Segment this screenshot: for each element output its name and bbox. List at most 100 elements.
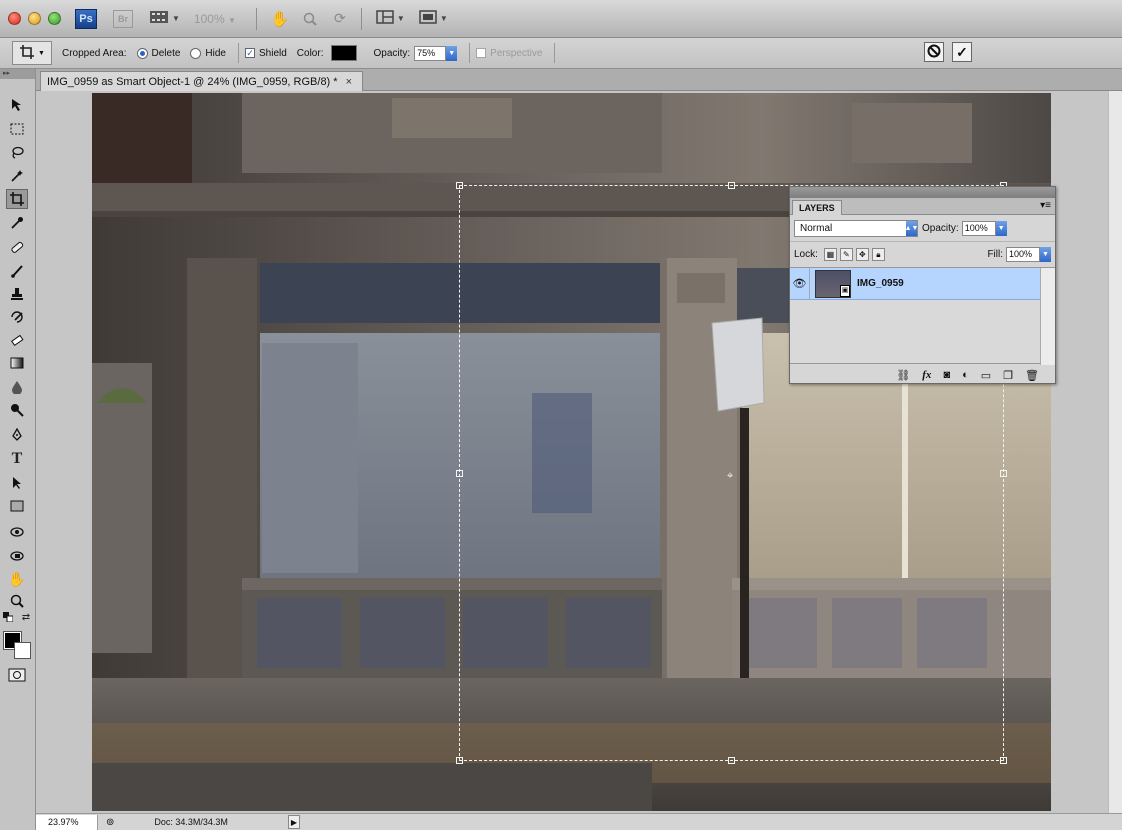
3d-camera-tool-icon[interactable] xyxy=(6,546,28,566)
zoom-level-menu[interactable]: 100% ▼ xyxy=(194,12,236,26)
crop-handle-bottom[interactable] xyxy=(728,757,735,764)
layer-opacity-input[interactable]: 100% xyxy=(961,220,996,236)
opacity-field[interactable]: 75% ▼ xyxy=(414,45,458,61)
eyedropper-tool-icon[interactable] xyxy=(6,213,28,233)
crop-handle-right[interactable] xyxy=(1000,470,1007,477)
bridge-button[interactable]: Br xyxy=(113,9,133,28)
3d-rotate-tool-icon[interactable] xyxy=(6,522,28,542)
shield-checkbox[interactable]: ✓ xyxy=(244,48,255,58)
crop-handle-bottom-left[interactable] xyxy=(456,757,463,764)
opacity-label: Opacity: xyxy=(922,222,959,234)
quick-mask-icon[interactable] xyxy=(6,665,28,685)
tools-panel-header[interactable]: ▸▸ xyxy=(0,69,35,79)
perspective-checkbox[interactable] xyxy=(476,48,487,58)
crop-handle-top[interactable] xyxy=(728,182,735,189)
tab-layers[interactable]: LAYERS xyxy=(792,200,842,215)
layer-row[interactable]: 👁︎ ▣ IMG_0959 xyxy=(790,267,1040,300)
shield-option[interactable]: ✓ Shield xyxy=(244,48,287,59)
vertical-scrollbar[interactable] xyxy=(1108,91,1122,813)
lock-transparent-icon[interactable]: ▦ xyxy=(823,248,837,261)
adjustment-layer-icon[interactable]: ◐ xyxy=(962,369,969,381)
panel-menu-icon[interactable]: ▾≡ xyxy=(1040,200,1051,211)
screen-mode-menu[interactable]: ▼ xyxy=(419,10,448,27)
gradient-tool-icon[interactable] xyxy=(6,353,28,373)
hand-tool-icon[interactable]: ✋ xyxy=(6,569,28,589)
history-brush-tool-icon[interactable] xyxy=(6,307,28,327)
trash-icon[interactable]: 🗑︎ xyxy=(1025,369,1039,382)
commit-crop-button[interactable]: ✓ xyxy=(952,42,972,62)
blend-mode-select[interactable]: Normal ▲▼ xyxy=(794,219,918,237)
eraser-tool-icon[interactable] xyxy=(6,330,28,350)
lock-all-icon[interactable]: 🔒︎ xyxy=(871,248,885,261)
shape-tool-icon[interactable] xyxy=(6,496,28,516)
lasso-tool-icon[interactable] xyxy=(6,143,28,163)
crop-handle-top-left[interactable] xyxy=(456,182,463,189)
crop-handle-bottom-right[interactable] xyxy=(1000,757,1007,764)
layers-panel-titlebar[interactable] xyxy=(790,187,1055,198)
eye-icon[interactable]: 👁︎ xyxy=(790,267,810,300)
lock-pixels-icon[interactable]: ✎ xyxy=(839,248,853,261)
cancel-crop-button[interactable] xyxy=(924,42,944,62)
move-tool-icon[interactable] xyxy=(6,95,28,115)
minimize-window-button[interactable] xyxy=(28,12,41,25)
arrange-documents-menu[interactable]: ▼ xyxy=(376,10,405,27)
chevron-down-icon: ▲▼ xyxy=(905,220,918,236)
chevron-down-icon[interactable]: ▼ xyxy=(1040,247,1051,262)
fill-input[interactable]: 100% xyxy=(1006,247,1040,262)
zoom-tool-icon[interactable] xyxy=(301,11,319,27)
status-menu-arrow-icon[interactable]: ▶ xyxy=(288,815,300,829)
close-icon[interactable]: × xyxy=(346,76,352,88)
brush-tool-icon[interactable] xyxy=(6,261,28,281)
shield-opacity-option: Opacity: 75% ▼ xyxy=(373,45,458,61)
chevron-down-icon[interactable]: ▼ xyxy=(995,220,1007,236)
healing-brush-tool-icon[interactable] xyxy=(6,237,28,257)
path-selection-tool-icon[interactable] xyxy=(6,473,28,493)
hide-radio[interactable] xyxy=(190,47,202,59)
background-color-swatch[interactable] xyxy=(14,642,31,659)
perspective-option[interactable]: Perspective xyxy=(476,48,542,59)
new-group-icon[interactable]: ▭ xyxy=(981,369,991,382)
hand-tool-icon[interactable]: ✋ xyxy=(271,11,290,28)
delete-option[interactable]: Delete xyxy=(136,47,180,59)
cropped-area-group: Cropped Area: xyxy=(62,48,127,59)
link-layers-icon[interactable]: ⛓︎ xyxy=(896,369,910,382)
swap-colors-icon[interactable]: ⇄ xyxy=(20,611,32,623)
layer-opacity-field[interactable]: 100% ▼ xyxy=(961,220,1007,236)
delete-radio[interactable] xyxy=(136,47,148,59)
new-layer-icon[interactable]: ❐ xyxy=(1003,369,1013,382)
crop-center-point-icon[interactable]: ⌖ xyxy=(727,470,733,483)
chevron-down-icon[interactable]: ▼ xyxy=(446,45,458,61)
chevron-down-icon: ▼ xyxy=(439,14,448,23)
zoom-window-button[interactable] xyxy=(48,12,61,25)
dodge-tool-icon[interactable] xyxy=(6,400,28,420)
layer-style-icon[interactable]: fx xyxy=(922,369,931,381)
close-window-button[interactable] xyxy=(8,12,21,25)
add-mask-icon[interactable]: ◙ xyxy=(943,369,950,381)
view-extras-menu[interactable]: ▼ xyxy=(149,10,180,27)
default-colors-icon[interactable] xyxy=(2,611,14,623)
clone-stamp-tool-icon[interactable] xyxy=(6,284,28,304)
layers-scrollbar[interactable] xyxy=(1040,268,1055,365)
fill-field[interactable]: 100% ▼ xyxy=(1006,247,1051,262)
pen-tool-icon[interactable] xyxy=(6,425,28,445)
crop-handle-left[interactable] xyxy=(456,470,463,477)
hide-label: Hide xyxy=(205,47,226,59)
document-tab[interactable]: IMG_0959 as Smart Object-1 @ 24% (IMG_09… xyxy=(40,71,363,91)
separator xyxy=(469,43,471,63)
info-icon[interactable]: ⊚ xyxy=(106,817,114,828)
shield-color-swatch[interactable] xyxy=(331,45,358,61)
zoom-tool-icon[interactable] xyxy=(6,591,28,611)
tool-preset-picker[interactable]: ▼ xyxy=(12,41,52,65)
opacity-input[interactable]: 75% xyxy=(414,45,447,61)
crop-tool-icon[interactable] xyxy=(6,189,28,209)
lock-position-icon[interactable]: ✥ xyxy=(855,248,869,261)
hide-option[interactable]: Hide xyxy=(190,47,226,59)
blend-opacity-row: Normal ▲▼ Opacity: 100% ▼ xyxy=(790,215,1055,241)
rotate-view-icon[interactable]: ⟳ xyxy=(331,10,349,27)
magic-wand-tool-icon[interactable] xyxy=(6,166,28,186)
type-tool-icon[interactable]: T xyxy=(6,449,28,469)
film-icon xyxy=(149,10,169,27)
status-zoom-input[interactable]: 23.97% xyxy=(36,814,98,830)
marquee-tool-icon[interactable] xyxy=(6,119,28,139)
blur-tool-icon[interactable] xyxy=(6,377,28,397)
